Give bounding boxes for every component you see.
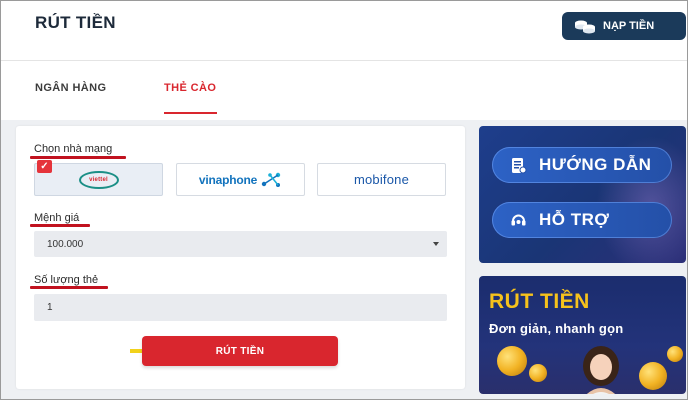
guide-label: HƯỚNG DẪN xyxy=(539,155,652,174)
carrier-label: Chọn nhà mạng xyxy=(34,143,113,155)
promo-title: RÚT TIỀN xyxy=(489,290,590,313)
promo-banner[interactable]: RÚT TIỀN Đơn giản, nhanh gọn xyxy=(479,276,686,394)
vinaphone-star-icon xyxy=(261,172,281,187)
viettel-logo-text: viettel xyxy=(89,176,108,183)
topup-button[interactable]: NẠP TIỀN xyxy=(562,12,686,40)
support-label: HỖ TRỢ xyxy=(539,210,610,229)
coin-icon xyxy=(529,364,547,382)
support-button[interactable]: HỖ TRỢ xyxy=(492,202,672,238)
carrier-option-vinaphone[interactable]: vinaphone xyxy=(176,163,305,196)
quantity-label: Số lượng thẻ xyxy=(34,274,99,286)
quantity-label-underline xyxy=(30,286,108,289)
mobifone-logo-text: mobifone xyxy=(353,171,410,187)
coin-icon xyxy=(667,346,683,362)
denomination-value: 100.000 xyxy=(47,238,84,250)
vinaphone-logo-text: vinaphone xyxy=(198,172,258,187)
app-window: RÚT TIỀN NẠP TIỀN NGÂN HÀNG THẺ CÀO Chọn… xyxy=(0,0,688,400)
active-tab-indicator xyxy=(164,112,217,114)
guide-book-icon xyxy=(512,157,527,173)
coin-icon xyxy=(639,362,667,390)
quantity-input[interactable] xyxy=(34,294,447,321)
header-divider xyxy=(1,60,687,61)
chevron-down-icon xyxy=(433,242,439,246)
carrier-option-mobifone[interactable]: mobifone xyxy=(317,163,446,196)
coins-icon xyxy=(575,20,595,34)
promo-model-image xyxy=(583,346,619,394)
tab-bank[interactable]: NGÂN HÀNG xyxy=(35,82,106,94)
denomination-label: Mệnh giá xyxy=(34,212,80,224)
headset-icon xyxy=(511,214,526,225)
withdraw-button-label: RÚT TIỀN xyxy=(215,345,265,357)
guide-button[interactable]: HƯỚNG DẪN xyxy=(492,147,672,183)
viettel-logo: viettel xyxy=(78,170,119,189)
mobifone-logo: mobifone xyxy=(354,171,409,189)
denomination-select[interactable]: 100.000 xyxy=(34,231,447,257)
withdraw-form: Chọn nhà mạng viettel ✓ vinaphone mobifo… xyxy=(16,126,465,389)
carrier-option-viettel[interactable]: viettel xyxy=(34,163,163,196)
coin-icon xyxy=(497,346,527,376)
topup-label: NẠP TIỀN xyxy=(603,20,655,32)
check-icon: ✓ xyxy=(37,160,52,173)
withdraw-button[interactable]: RÚT TIỀN xyxy=(142,336,338,366)
page-title: RÚT TIỀN xyxy=(35,13,116,32)
vinaphone-logo: vinaphone xyxy=(199,172,282,188)
promo-subtitle: Đơn giản, nhanh gọn xyxy=(489,321,624,336)
tab-scratch-card[interactable]: THẺ CÀO xyxy=(164,82,216,94)
carrier-label-underline xyxy=(30,156,126,159)
help-banner: HƯỚNG DẪN HỖ TRỢ xyxy=(479,126,686,263)
denomination-label-underline xyxy=(30,224,90,227)
